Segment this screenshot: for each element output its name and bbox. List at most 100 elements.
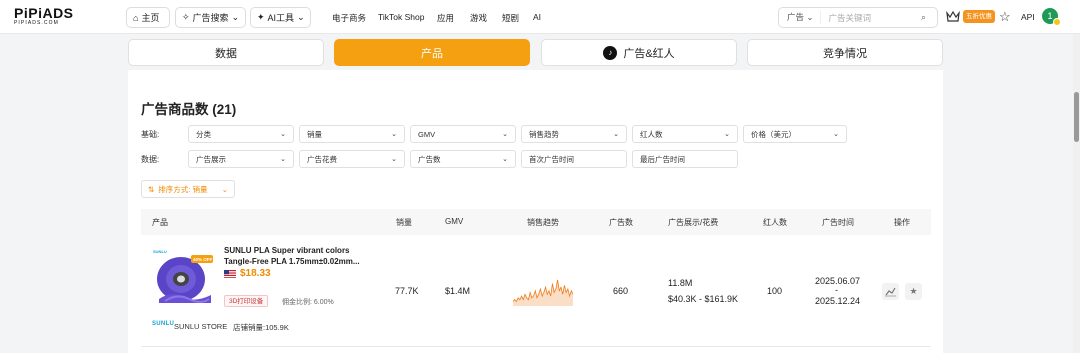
dropdown-label: 广告展示	[196, 154, 226, 164]
nav-tiktok-shop-link[interactable]: TikTok Shop	[378, 12, 424, 22]
favorite-star-icon[interactable]: ★	[905, 283, 922, 300]
pipiads-logo[interactable]: PiPiADS PIPIADS.COM	[14, 5, 84, 27]
ad-end-date: 2025.12.24	[815, 296, 861, 306]
tiktok-icon: ♪	[603, 45, 618, 60]
dropdown-label: 销量	[307, 129, 322, 139]
page-title: 广告商品数 (21)	[141, 102, 237, 117]
filter-impressions-dropdown[interactable]: 广告展示 ⌄	[188, 150, 294, 168]
chevron-down-icon: ⌄	[280, 131, 286, 138]
chevron-down-icon: ⌄	[613, 131, 619, 138]
tab-ads-influencers[interactable]: ♪ 广告&红人	[541, 39, 737, 66]
influencers-count: 100	[767, 286, 783, 296]
tab-competition[interactable]: 竞争情况	[747, 39, 943, 66]
spend-range: $40.3K - $161.9K	[668, 294, 739, 304]
scrollbar-thumb[interactable]	[1074, 92, 1079, 142]
store-sales: 店铺销量:105.9K	[233, 323, 289, 332]
chevron-down-icon: ⌄	[724, 131, 730, 138]
dropdown-label: 分类	[196, 129, 211, 139]
store-name-link[interactable]: SUNLU STORE	[174, 322, 227, 331]
crown-icon[interactable]	[946, 10, 960, 23]
sales-value: 77.7K	[395, 286, 419, 296]
category-tag[interactable]: 3D打印设备	[224, 295, 269, 307]
logo-text: PiPiADS	[14, 5, 74, 21]
nav-ecommerce-link[interactable]: 电子商务	[332, 12, 366, 24]
promo-badge[interactable]: 五折优惠	[963, 10, 995, 23]
filter-category-dropdown[interactable]: 分类 ⌄	[188, 125, 294, 143]
column-header-ad-time[interactable]: 广告时间	[822, 217, 854, 228]
us-flag-icon	[224, 270, 236, 278]
sort-dropdown[interactable]: ⇅ 排序方式: 销量 ⌄	[141, 180, 235, 198]
nav-apps-link[interactable]: 应用	[437, 12, 454, 24]
product-price: $18.33	[240, 268, 271, 279]
tab-products-label: 产品	[421, 47, 443, 60]
column-header-sales-trend[interactable]: 销售趋势	[527, 217, 559, 228]
nav-ai-tools-label: AI工具	[267, 13, 295, 23]
sales-trend-sparkline[interactable]	[513, 278, 573, 306]
ad-date-separator: -	[835, 285, 838, 295]
column-header-gmv[interactable]: GMV	[445, 217, 463, 226]
lightbulb-icon: ✧	[182, 12, 190, 22]
nav-ai-link[interactable]: AI	[533, 12, 541, 22]
nav-games-link[interactable]: 游戏	[470, 12, 487, 24]
chevron-down-icon: ⌄	[833, 131, 839, 138]
filter-ad-spend-dropdown[interactable]: 广告花费 ⌄	[299, 150, 405, 168]
dropdown-label: GMV	[418, 129, 436, 139]
tab-products[interactable]: 产品	[334, 39, 530, 66]
filter-basic-label: 基础:	[141, 130, 160, 139]
dropdown-label: 广告花费	[307, 154, 337, 164]
page-scrollbar[interactable]	[1073, 34, 1080, 353]
column-header-impressions-spend[interactable]: 广告展示/花费	[668, 217, 718, 228]
table-row-divider	[141, 346, 931, 347]
tab-competition-label: 竞争情况	[823, 47, 867, 60]
product-name-link[interactable]: SUNLU PLA Super vibrant colors Tangle-Fr…	[224, 246, 364, 267]
store-logo: SUNLU	[152, 321, 175, 327]
column-header-actions: 操作	[894, 218, 910, 227]
tab-ads-influencers-label: 广告&红人	[623, 47, 675, 60]
product-image[interactable]: SUNLU 40% OFF	[151, 247, 215, 305]
filter-first-ad-date[interactable]: 首次广告时间	[521, 150, 627, 168]
search-icon[interactable]: ⌕	[921, 12, 937, 23]
filter-sales-trend-dropdown[interactable]: 销售趋势 ⌄	[521, 125, 627, 143]
api-link[interactable]: API	[1021, 12, 1035, 22]
search-type-select[interactable]: 广告 ⌄	[779, 11, 821, 24]
filter-gmv-dropdown[interactable]: GMV ⌄	[410, 125, 516, 143]
dropdown-label: 价格（美元）	[751, 129, 796, 139]
column-header-ads[interactable]: 广告数	[609, 217, 633, 228]
filter-ad-count-dropdown[interactable]: 广告数 ⌄	[410, 150, 516, 168]
nav-home-button[interactable]: ⌂ 主页	[126, 7, 170, 28]
chevron-down-icon: ⌄	[280, 156, 286, 163]
ads-count: 660	[613, 286, 629, 296]
dropdown-label: 首次广告时间	[529, 154, 574, 164]
filter-sales-dropdown[interactable]: 销量 ⌄	[299, 125, 405, 143]
analytics-chart-icon[interactable]	[882, 283, 899, 300]
nav-short-drama-link[interactable]: 短剧	[502, 12, 519, 24]
tab-data[interactable]: 数据	[128, 39, 324, 66]
filter-influencers-dropdown[interactable]: 红人数 ⌄	[632, 125, 738, 143]
product-image-brand: SUNLU	[153, 249, 167, 254]
filter-price-dropdown[interactable]: 价格（美元） ⌄	[743, 125, 847, 143]
nav-ai-tools-button[interactable]: ✦ AI工具 ⌄	[250, 7, 311, 28]
filter-data-label: 数据:	[141, 155, 160, 164]
nav-ad-search-button[interactable]: ✧ 广告搜索 ⌄	[175, 7, 246, 28]
favorites-star-icon[interactable]: ☆	[999, 9, 1011, 25]
sparkline-area	[513, 280, 573, 306]
column-header-influencers[interactable]: 红人数	[763, 217, 787, 228]
commission-rate: 佣金比例: 6.00%	[282, 299, 334, 306]
chevron-down-icon: ⌄	[502, 156, 508, 163]
column-header-product[interactable]: 产品	[152, 217, 168, 228]
chevron-down-icon: ⌄	[231, 12, 240, 22]
avatar-status-badge	[1053, 18, 1061, 26]
chevron-down-icon: ⌄	[502, 131, 508, 138]
search-input[interactable]: 广告关键词	[821, 12, 922, 24]
search-type-label: 广告	[787, 12, 805, 22]
search-bar: 广告 ⌄ 广告关键词 ⌕	[778, 7, 938, 28]
chevron-down-icon: ⌄	[391, 131, 397, 138]
column-header-sales[interactable]: 销量	[396, 217, 412, 228]
dropdown-label: 广告数	[418, 154, 441, 164]
filter-last-ad-date[interactable]: 最后广告时间	[632, 150, 738, 168]
gmv-value: $1.4M	[445, 286, 471, 296]
chevron-down-icon: ⌄	[391, 156, 397, 163]
dropdown-label: 红人数	[640, 129, 663, 139]
dropdown-label: 销售趋势	[529, 129, 559, 139]
home-icon: ⌂	[133, 12, 139, 23]
